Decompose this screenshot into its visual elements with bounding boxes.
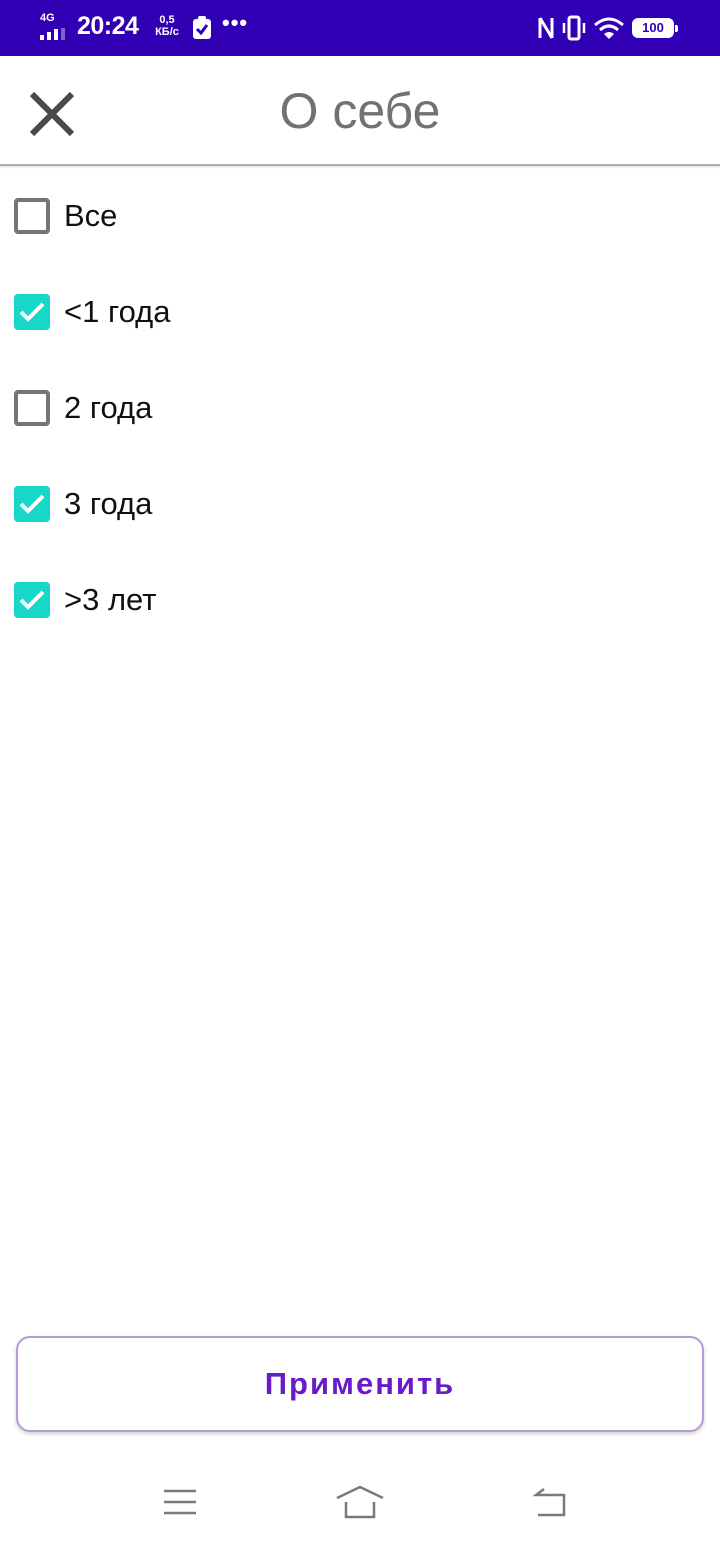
battery-icon: 100 <box>632 18 678 38</box>
option-label: >3 лет <box>64 582 157 617</box>
network-speed-value: 0,5 <box>159 14 175 26</box>
checkmark-icon <box>19 494 45 514</box>
option-label: <1 года <box>64 294 171 329</box>
checkbox-checked[interactable] <box>14 486 50 522</box>
option-all[interactable]: Все <box>0 168 720 264</box>
option-3-years[interactable]: 3 года <box>0 456 720 552</box>
nfc-icon <box>538 17 554 39</box>
back-button[interactable] <box>520 1482 580 1522</box>
network-type: 4G <box>40 12 55 24</box>
vibrate-icon <box>562 15 586 41</box>
apply-button[interactable]: Применить <box>16 1336 704 1432</box>
clipboard-check-icon <box>193 16 211 39</box>
system-nav-bar <box>0 1464 720 1544</box>
option-2-years[interactable]: 2 года <box>0 360 720 456</box>
menu-icon <box>164 1489 196 1515</box>
app-header: О себе <box>0 56 720 166</box>
home-button[interactable] <box>330 1482 390 1522</box>
checkbox-checked[interactable] <box>14 294 50 330</box>
option-label: 2 года <box>64 390 153 425</box>
menu-button[interactable] <box>150 1482 210 1522</box>
page-title: О себе <box>279 83 441 139</box>
checkbox-unchecked[interactable] <box>14 390 50 426</box>
home-icon <box>336 1485 384 1519</box>
network-speed-unit: КБ/с <box>155 26 179 38</box>
status-bar: 4G 20:24 0,5 КБ/с ••• 100 <box>0 0 720 56</box>
option-under-1-year[interactable]: <1 года <box>0 264 720 360</box>
checkbox-checked[interactable] <box>14 582 50 618</box>
status-time: 20:24 <box>77 12 139 40</box>
signal-icon: 4G <box>40 12 70 40</box>
network-speed: 0,5 КБ/с <box>152 14 182 38</box>
battery-level: 100 <box>642 20 664 35</box>
back-icon <box>532 1488 566 1517</box>
option-label: 3 года <box>64 486 153 521</box>
wifi-icon <box>594 17 624 39</box>
checkbox-unchecked[interactable] <box>14 198 50 234</box>
option-label: Все <box>64 198 118 233</box>
checkmark-icon <box>19 590 45 610</box>
checkmark-icon <box>19 302 45 322</box>
options-list: Все <1 года 2 года 3 года >3 лет <box>0 168 720 648</box>
option-over-3-years[interactable]: >3 лет <box>0 552 720 648</box>
more-notifications-icon: ••• <box>222 10 249 35</box>
apply-button-label: Применить <box>264 1366 456 1401</box>
